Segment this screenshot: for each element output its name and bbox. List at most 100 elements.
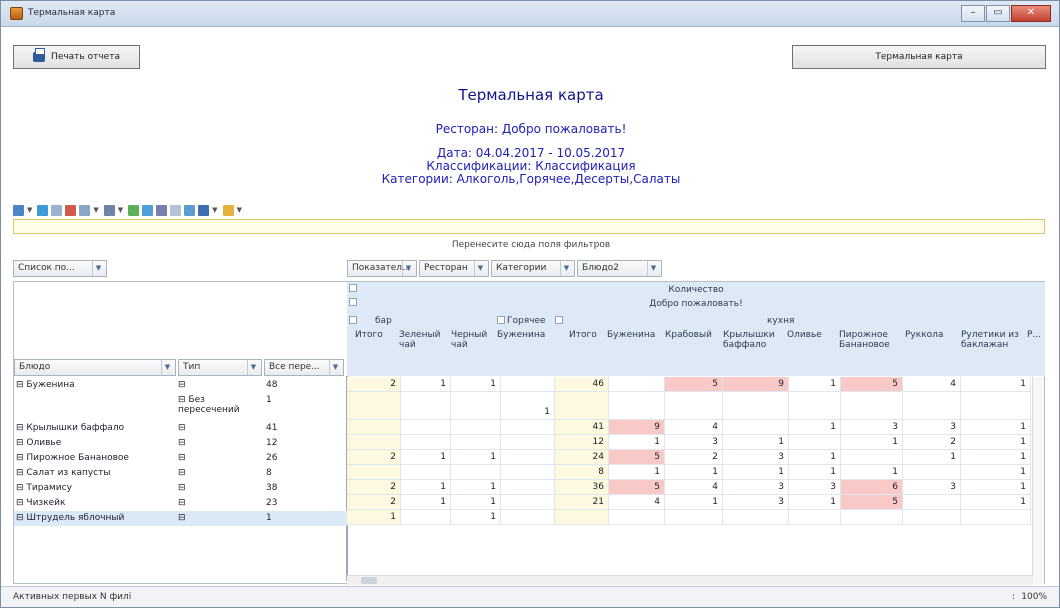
data-cell[interactable] xyxy=(401,465,451,480)
collapse-icon[interactable] xyxy=(555,316,563,324)
data-cell[interactable]: 1 xyxy=(789,420,841,435)
data-cell[interactable]: 4 xyxy=(609,495,665,510)
row-field-type[interactable]: Тип ▼ xyxy=(178,359,262,376)
data-cell[interactable]: 1 xyxy=(665,495,723,510)
data-cell[interactable] xyxy=(451,420,501,435)
data-cell[interactable]: 41 xyxy=(555,420,609,435)
data-cell[interactable] xyxy=(501,465,555,480)
data-cell[interactable]: 2 xyxy=(347,480,401,495)
data-cell[interactable] xyxy=(401,435,451,450)
data-cell[interactable]: 24 xyxy=(555,450,609,465)
data-cell[interactable] xyxy=(609,510,665,525)
data-cell[interactable]: 21 xyxy=(555,495,609,510)
list-field-button[interactable]: Список по... ▼ xyxy=(13,260,107,277)
data-cell[interactable] xyxy=(789,392,841,420)
data-cell[interactable]: 9 xyxy=(723,377,789,392)
data-cell[interactable]: 4 xyxy=(903,377,961,392)
table-row[interactable]: ⊟ Буженина ⊟ 48 xyxy=(14,378,347,393)
data-cell[interactable] xyxy=(789,435,841,450)
table-row[interactable]: ⊟ Тирамису ⊟ 38 xyxy=(14,481,347,496)
data-cell[interactable]: 1 xyxy=(961,420,1031,435)
save-icon[interactable] xyxy=(37,204,49,216)
data-cell[interactable] xyxy=(841,392,903,420)
data-cell[interactable]: 1 xyxy=(401,495,451,510)
data-cell[interactable]: 4 xyxy=(665,420,723,435)
print-report-button[interactable]: Печать отчета xyxy=(13,45,140,69)
dropdown-arrow-icon[interactable]: ▼ xyxy=(92,261,104,276)
data-cell[interactable] xyxy=(665,510,723,525)
data-cell[interactable] xyxy=(903,465,961,480)
data-cell[interactable]: 5 xyxy=(841,495,903,510)
folder-icon[interactable] xyxy=(222,204,234,216)
data-cell[interactable]: 5 xyxy=(665,377,723,392)
collapse-icon[interactable] xyxy=(349,298,357,306)
sort-arrow-icon[interactable]: ▼ xyxy=(161,360,173,375)
data-cell[interactable]: 3 xyxy=(723,480,789,495)
data-cell[interactable] xyxy=(841,450,903,465)
row-field-dish[interactable]: Блюдо ▼ xyxy=(14,359,176,376)
data-cell[interactable] xyxy=(401,510,451,525)
table-row[interactable]: ⊟ Чизкейк ⊟ 23 xyxy=(14,496,347,511)
data-cell[interactable] xyxy=(665,392,723,420)
data-cell[interactable]: 3 xyxy=(665,435,723,450)
minimize-button[interactable]: – xyxy=(961,5,985,22)
data-cell[interactable] xyxy=(501,480,555,495)
table-row[interactable]: ⊟ Оливье ⊟ 12 xyxy=(14,436,347,451)
table-row[interactable]: ⊟ Без пересечений 1 xyxy=(14,393,347,421)
data-cell[interactable]: 3 xyxy=(903,480,961,495)
column-field-category[interactable]: Категории ▼ xyxy=(491,260,575,277)
data-cell[interactable] xyxy=(401,392,451,420)
data-cell[interactable] xyxy=(501,495,555,510)
data-cell[interactable]: 1 xyxy=(789,450,841,465)
data-cell[interactable] xyxy=(501,377,555,392)
data-cell[interactable] xyxy=(903,510,961,525)
data-cell[interactable] xyxy=(401,420,451,435)
data-cell[interactable]: 1 xyxy=(961,450,1031,465)
data-cell[interactable] xyxy=(903,392,961,420)
data-cell[interactable]: 1 xyxy=(789,377,841,392)
data-cell[interactable] xyxy=(723,420,789,435)
data-cell[interactable]: 1 xyxy=(401,450,451,465)
data-cell[interactable]: 1 xyxy=(789,495,841,510)
filter-funnel-icon[interactable]: ▼ xyxy=(402,261,414,276)
data-cell[interactable]: 1 xyxy=(451,377,501,392)
export-icon[interactable] xyxy=(13,204,24,216)
data-cell[interactable] xyxy=(501,510,555,525)
data-cell[interactable]: 1 xyxy=(841,435,903,450)
data-cell[interactable]: 1 xyxy=(347,510,401,525)
data-cell[interactable] xyxy=(347,420,401,435)
data-cell[interactable]: 1 xyxy=(789,465,841,480)
chart-icon[interactable] xyxy=(184,204,196,216)
data-cell[interactable] xyxy=(347,465,401,480)
data-cell[interactable]: 12 xyxy=(555,435,609,450)
sort-arrow-icon[interactable]: ▼ xyxy=(329,360,341,375)
data-cell[interactable] xyxy=(501,435,555,450)
data-cell[interactable] xyxy=(555,392,609,420)
data-cell[interactable]: 1 xyxy=(841,465,903,480)
column-field-indicator[interactable]: Показател... ▼ xyxy=(347,260,417,277)
data-cell[interactable]: 1 xyxy=(401,480,451,495)
data-cell[interactable]: 6 xyxy=(841,480,903,495)
collapse-icon[interactable] xyxy=(497,316,505,324)
link-icon[interactable] xyxy=(51,204,63,216)
table-row[interactable]: ⊟ Крылышки баффало ⊟ 41 xyxy=(14,421,347,436)
table-row[interactable]: ⊟ Пирожное Банановое ⊟ 26 xyxy=(14,451,347,466)
sort-arrow-icon[interactable]: ▼ xyxy=(647,261,659,276)
data-cell[interactable]: 1 xyxy=(451,495,501,510)
data-cell[interactable] xyxy=(501,420,555,435)
data-cell[interactable]: 3 xyxy=(723,495,789,510)
data-cell[interactable] xyxy=(555,510,609,525)
expand-icon[interactable] xyxy=(128,204,140,216)
calendar-icon[interactable] xyxy=(198,204,210,216)
sort-arrow-icon[interactable]: ▼ xyxy=(474,261,486,276)
data-cell[interactable]: 1 xyxy=(903,450,961,465)
data-cell[interactable]: 1 xyxy=(451,510,501,525)
maximize-button[interactable]: ▭ xyxy=(986,5,1010,22)
data-cell[interactable] xyxy=(841,510,903,525)
data-cell[interactable] xyxy=(347,392,401,420)
data-cell[interactable]: 36 xyxy=(555,480,609,495)
data-cell[interactable]: 5 xyxy=(609,480,665,495)
horizontal-scrollbar[interactable] xyxy=(347,575,1033,585)
data-cell[interactable] xyxy=(961,510,1031,525)
scroll-thumb[interactable] xyxy=(361,577,377,584)
